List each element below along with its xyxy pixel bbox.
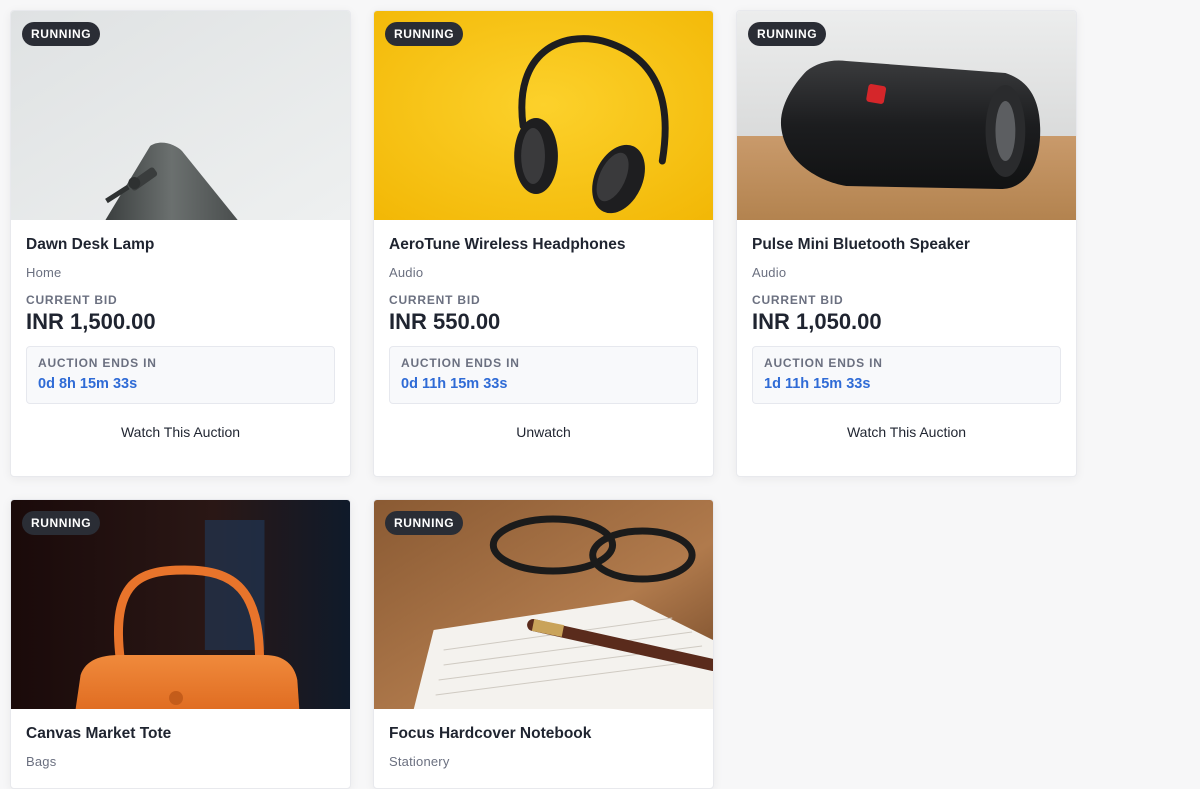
auction-countdown: 0d 8h 15m 33s bbox=[38, 376, 138, 392]
watch-auction-button[interactable]: Watch This Auction bbox=[752, 424, 1061, 440]
auction-title[interactable]: Focus Hardcover Notebook bbox=[389, 723, 698, 745]
auction-countdown: 0d 11h 15m 33s bbox=[401, 376, 508, 392]
lamp-image[interactable]: RUNNING bbox=[11, 11, 350, 220]
auction-ends-label: AUCTION ENDS IN bbox=[38, 356, 157, 370]
current-bid-label: CURRENT BID bbox=[389, 293, 481, 307]
auction-card[interactable]: RUNNING Focus Hardcover Notebook Station… bbox=[373, 499, 714, 789]
status-badge: RUNNING bbox=[748, 22, 827, 46]
watch-auction-button[interactable]: Watch This Auction bbox=[26, 424, 335, 440]
status-badge: RUNNING bbox=[22, 511, 101, 535]
current-bid-value: INR 1,500.00 bbox=[26, 309, 156, 334]
auction-countdown: 1d 11h 15m 33s bbox=[764, 376, 871, 392]
auction-ends-box: AUCTION ENDS IN 0d 8h 15m 33s bbox=[26, 346, 335, 404]
auction-title[interactable]: AeroTune Wireless Headphones bbox=[389, 234, 698, 256]
current-bid-label: CURRENT BID bbox=[26, 293, 118, 307]
headphones-image[interactable]: RUNNING bbox=[374, 11, 713, 220]
auction-category: Audio bbox=[752, 265, 787, 280]
unwatch-auction-button[interactable]: Unwatch bbox=[389, 424, 698, 440]
auction-category: Audio bbox=[389, 265, 424, 280]
current-bid-value: INR 550.00 bbox=[389, 309, 501, 334]
auction-card[interactable]: RUNNING AeroTune Wireless Headphones Aud… bbox=[373, 10, 714, 477]
current-bid-label: CURRENT BID bbox=[752, 293, 844, 307]
status-badge: RUNNING bbox=[22, 22, 101, 46]
auction-title[interactable]: Canvas Market Tote bbox=[26, 723, 335, 745]
current-bid-value: INR 1,050.00 bbox=[752, 309, 882, 334]
auction-category: Home bbox=[26, 265, 62, 280]
auction-ends-box: AUCTION ENDS IN 0d 11h 15m 33s bbox=[389, 346, 698, 404]
auction-grid: RUNNING Dawn Desk Lamp Home CURRENT BID … bbox=[10, 10, 1077, 789]
auction-title[interactable]: Dawn Desk Lamp bbox=[26, 234, 335, 256]
auction-ends-label: AUCTION ENDS IN bbox=[764, 356, 883, 370]
auction-card[interactable]: RUNNING Dawn Desk Lamp Home CURRENT BID … bbox=[10, 10, 351, 477]
auction-category: Stationery bbox=[389, 754, 450, 769]
auction-ends-box: AUCTION ENDS IN 1d 11h 15m 33s bbox=[752, 346, 1061, 404]
notebook-image[interactable]: RUNNING bbox=[374, 500, 713, 709]
status-badge: RUNNING bbox=[385, 511, 464, 535]
auction-category: Bags bbox=[26, 754, 57, 769]
status-badge: RUNNING bbox=[385, 22, 464, 46]
auction-ends-label: AUCTION ENDS IN bbox=[401, 356, 520, 370]
auction-card[interactable]: RUNNING Pulse Mini Bluetooth Speaker Aud… bbox=[736, 10, 1077, 477]
auction-title[interactable]: Pulse Mini Bluetooth Speaker bbox=[752, 234, 1061, 256]
auction-card[interactable]: RUNNING Canvas Market Tote Bags bbox=[10, 499, 351, 789]
tote-bag-image[interactable]: RUNNING bbox=[11, 500, 350, 709]
speaker-image[interactable]: RUNNING bbox=[737, 11, 1076, 220]
